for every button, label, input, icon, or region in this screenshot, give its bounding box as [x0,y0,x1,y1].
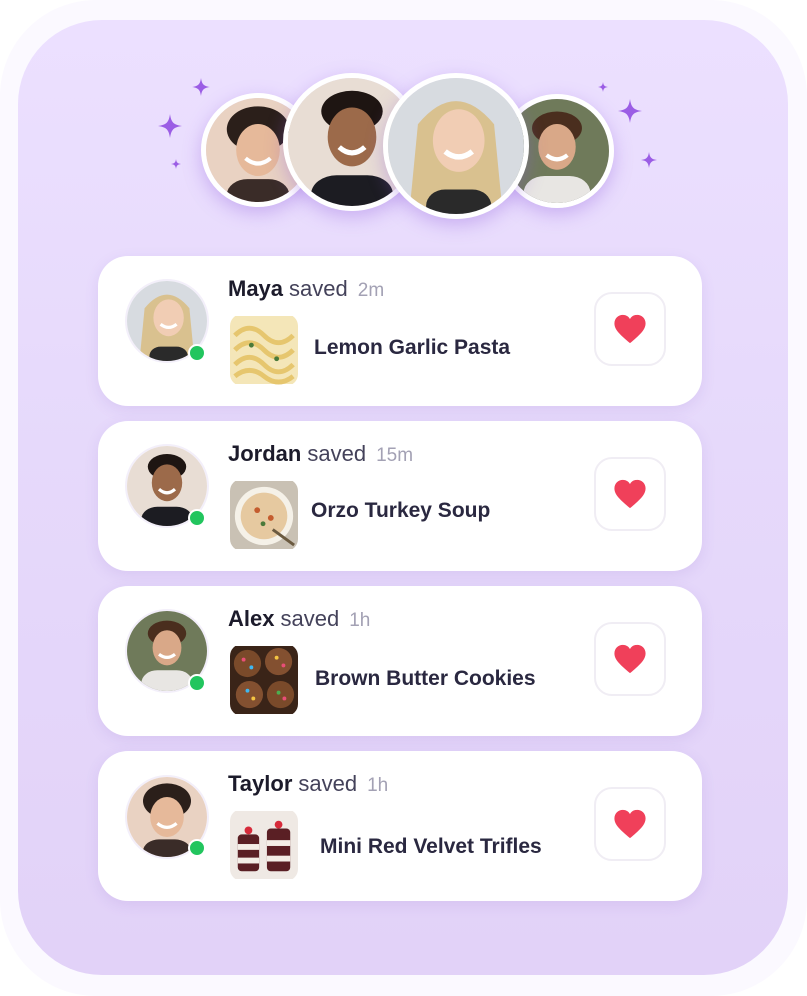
friends-avatar-group [0,0,807,240]
recipe-thumbnail[interactable] [230,644,298,716]
feed-item[interactable]: Jordan saved 15m Orzo Turkey Soup [98,421,702,571]
activity-headline: Jordan saved 15m [228,441,413,467]
user-name[interactable]: Alex [228,606,274,631]
heart-icon [614,479,646,509]
activity-action: saved [307,441,367,466]
activity-action: saved [280,606,340,631]
activity-time: 1h [349,610,371,631]
like-button[interactable] [594,787,666,861]
feed-item[interactable]: Maya saved 2m Lemon Garlic Pasta [98,256,702,406]
heart-icon [614,644,646,674]
feed-item[interactable]: Taylor saved 1h Mini Red Velvet Trifles [98,751,702,901]
recipe-thumbnail[interactable] [230,479,298,551]
online-status-icon [188,344,206,362]
activity-action: saved [289,276,348,301]
online-status-icon [188,674,206,692]
feed-item[interactable]: Alex saved 1h Brown Butter Cookies [98,586,702,736]
user-name[interactable]: Jordan [228,441,301,466]
like-button[interactable] [594,292,666,366]
recipe-title[interactable]: Mini Red Velvet Trifles [320,835,542,859]
recipe-thumbnail[interactable] [230,809,298,881]
activity-time: 2m [357,280,385,301]
user-name[interactable]: Maya [228,276,283,301]
online-status-icon [188,839,206,857]
activity-headline: Taylor saved 1h [228,771,388,797]
recipe-title[interactable]: Brown Butter Cookies [315,667,536,691]
like-button[interactable] [594,622,666,696]
activity-time: 1h [367,775,389,796]
heart-icon [614,809,646,839]
activity-time: 15m [376,445,414,466]
like-button[interactable] [594,457,666,531]
maya-group-avatar[interactable] [383,73,529,219]
recipe-title[interactable]: Lemon Garlic Pasta [314,336,510,360]
user-name[interactable]: Taylor [228,771,292,796]
recipe-title[interactable]: Orzo Turkey Soup [311,499,490,523]
activity-headline: Alex saved 1h [228,606,370,632]
heart-icon [614,314,646,344]
activity-action: saved [298,771,358,796]
activity-headline: Maya saved 2m [228,276,384,302]
online-status-icon [188,509,206,527]
recipe-thumbnail[interactable] [230,314,298,386]
